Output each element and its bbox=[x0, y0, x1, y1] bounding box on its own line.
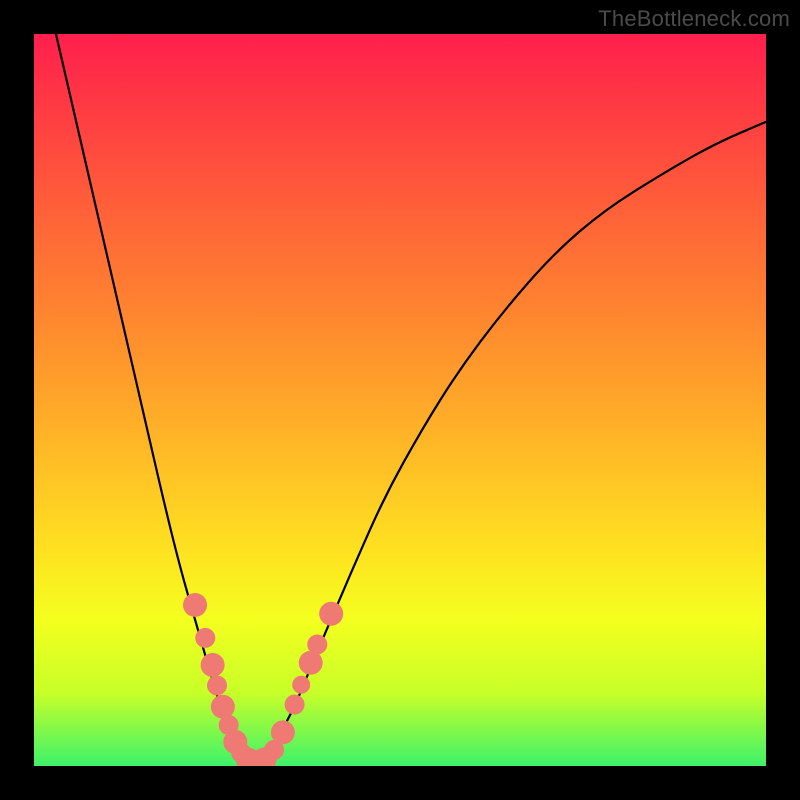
marker-bead bbox=[299, 651, 323, 675]
marker-bead bbox=[285, 695, 305, 715]
beads-layer bbox=[183, 593, 343, 766]
chart-svg bbox=[34, 34, 766, 766]
marker-bead bbox=[307, 634, 327, 654]
marker-bead bbox=[292, 676, 310, 694]
plot-area bbox=[34, 34, 766, 766]
chart-frame: TheBottleneck.com bbox=[0, 0, 800, 800]
marker-bead bbox=[211, 695, 235, 719]
marker-bead bbox=[271, 720, 295, 744]
marker-bead bbox=[319, 602, 343, 626]
watermark-text: TheBottleneck.com bbox=[598, 6, 790, 32]
curve-left-curve bbox=[56, 34, 254, 766]
marker-bead bbox=[195, 628, 215, 648]
marker-bead bbox=[207, 675, 227, 695]
marker-bead bbox=[201, 653, 225, 677]
curves-layer bbox=[56, 34, 766, 766]
curve-right-curve bbox=[254, 122, 766, 766]
marker-bead bbox=[183, 593, 207, 617]
